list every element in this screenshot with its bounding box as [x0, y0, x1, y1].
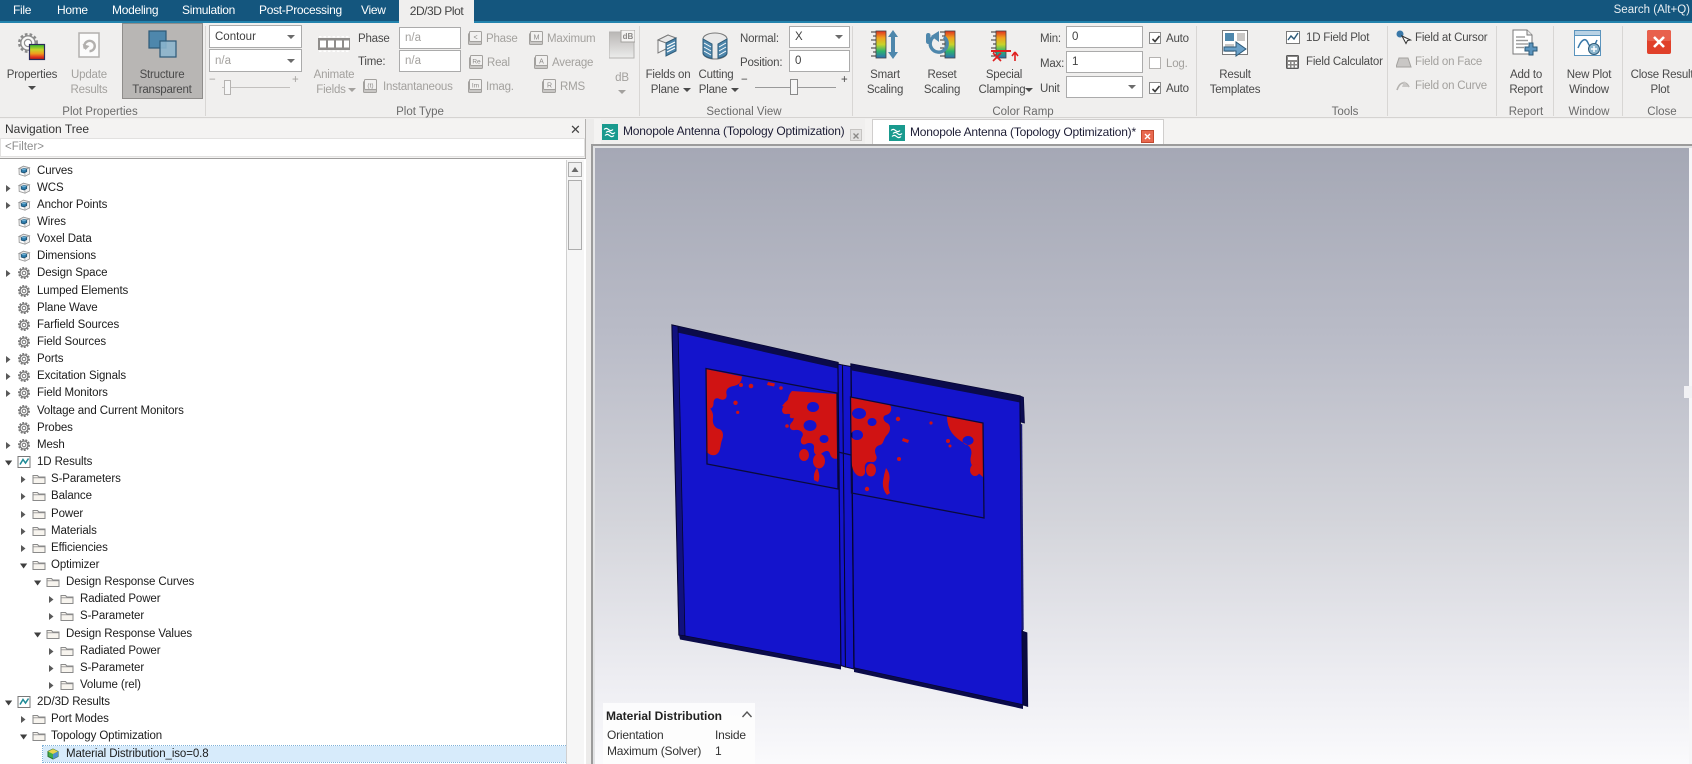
svg-text:A: A — [539, 59, 544, 66]
svg-text:M: M — [534, 35, 540, 42]
svg-text:Re: Re — [472, 59, 481, 66]
svg-text:Im: Im — [472, 83, 479, 90]
svg-text:R: R — [547, 83, 552, 90]
svg-text:<: < — [473, 35, 477, 42]
svg-text:dB: dB — [623, 32, 634, 41]
svg-text:(t): (t) — [367, 83, 373, 90]
